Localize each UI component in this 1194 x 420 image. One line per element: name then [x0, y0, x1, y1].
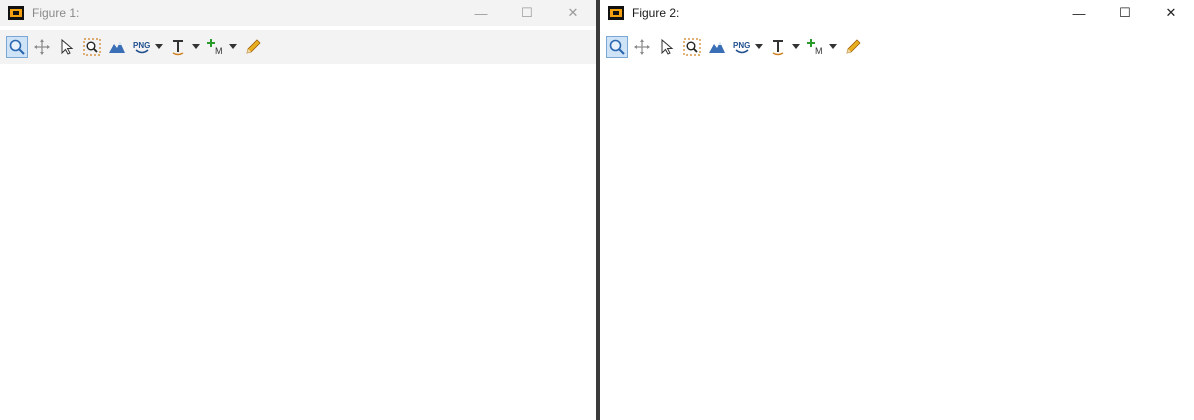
close-button[interactable]: ✕: [550, 0, 596, 26]
figure-1-toolbar: PNG M: [0, 30, 596, 64]
chevron-down-icon[interactable]: [153, 44, 165, 50]
zoom-icon: [606, 36, 628, 58]
minimize-button[interactable]: —: [458, 0, 504, 26]
maximize-button[interactable]: ☐: [1102, 0, 1148, 26]
app-icon: 22.533.544.555.561.522.533.544.555.56dis…: [8, 6, 24, 20]
chevron-down-icon[interactable]: [190, 44, 202, 50]
figure-2-chart: [600, 68, 1194, 420]
maximize-button[interactable]: ☐: [504, 0, 550, 26]
minimize-button[interactable]: —: [1056, 0, 1102, 26]
select-cursor-button[interactable]: [56, 36, 78, 58]
pan-button[interactable]: [31, 36, 53, 58]
text-tool-button[interactable]: [168, 36, 202, 58]
figure-1-titlebar[interactable]: 22.533.544.555.561.522.533.544.555.56dis…: [0, 0, 596, 26]
zoom-box-icon: [81, 36, 103, 58]
mountain-button[interactable]: [106, 36, 128, 58]
marker-tool-button[interactable]: M: [205, 36, 239, 58]
marker-tool-icon: M: [205, 36, 227, 58]
figure-1-plot: [0, 68, 596, 420]
png-export-icon: PNG: [131, 36, 153, 58]
figure-2-window: 22.533.544.555.56-0.1-0.0500.050.10.150.…: [600, 0, 1194, 420]
app-icon: 22.533.544.555.56-0.1-0.0500.050.10.150.…: [608, 6, 624, 20]
mountain-icon: [106, 36, 128, 58]
pencil-button[interactable]: [842, 36, 864, 58]
chevron-down-icon[interactable]: [827, 44, 839, 50]
pan-icon: [31, 36, 53, 58]
zoom-box-icon: [681, 36, 703, 58]
chevron-down-icon[interactable]: [227, 44, 239, 50]
svg-text:PNG: PNG: [733, 41, 750, 50]
figure-2-toolbar: PNG M: [600, 30, 1194, 64]
zoom-button[interactable]: [606, 36, 628, 58]
svg-text:PNG: PNG: [133, 41, 150, 50]
pencil-icon: [842, 36, 864, 58]
pan-button[interactable]: [631, 36, 653, 58]
select-cursor-icon: [56, 36, 78, 58]
png-export-icon: PNG: [731, 36, 753, 58]
text-tool-icon: [768, 36, 790, 58]
pencil-icon: [242, 36, 264, 58]
png-export-button[interactable]: PNG: [131, 36, 165, 58]
chevron-down-icon[interactable]: [790, 44, 802, 50]
pencil-button[interactable]: [242, 36, 264, 58]
figure-2-titlebar[interactable]: 22.533.544.555.56-0.1-0.0500.050.10.150.…: [600, 0, 1194, 26]
window-title: Figure 1:: [32, 6, 80, 20]
text-tool-icon: [168, 36, 190, 58]
pan-icon: [631, 36, 653, 58]
svg-text:M: M: [215, 46, 223, 56]
zoom-icon: [6, 36, 28, 58]
select-cursor-button[interactable]: [656, 36, 678, 58]
figure-1-window: 22.533.544.555.561.522.533.544.555.56dis…: [0, 0, 596, 420]
figure-1-chart: [0, 68, 596, 420]
figure-2-plot: [600, 68, 1194, 420]
text-tool-button[interactable]: [768, 36, 802, 58]
png-export-button[interactable]: PNG: [731, 36, 765, 58]
zoom-box-button[interactable]: [681, 36, 703, 58]
select-cursor-icon: [656, 36, 678, 58]
mountain-button[interactable]: [706, 36, 728, 58]
marker-tool-button[interactable]: M: [805, 36, 839, 58]
zoom-button[interactable]: [6, 36, 28, 58]
close-button[interactable]: ✕: [1148, 0, 1194, 26]
window-title: Figure 2:: [632, 6, 680, 20]
svg-text:M: M: [815, 46, 823, 56]
chevron-down-icon[interactable]: [753, 44, 765, 50]
zoom-box-button[interactable]: [81, 36, 103, 58]
mountain-icon: [706, 36, 728, 58]
marker-tool-icon: M: [805, 36, 827, 58]
